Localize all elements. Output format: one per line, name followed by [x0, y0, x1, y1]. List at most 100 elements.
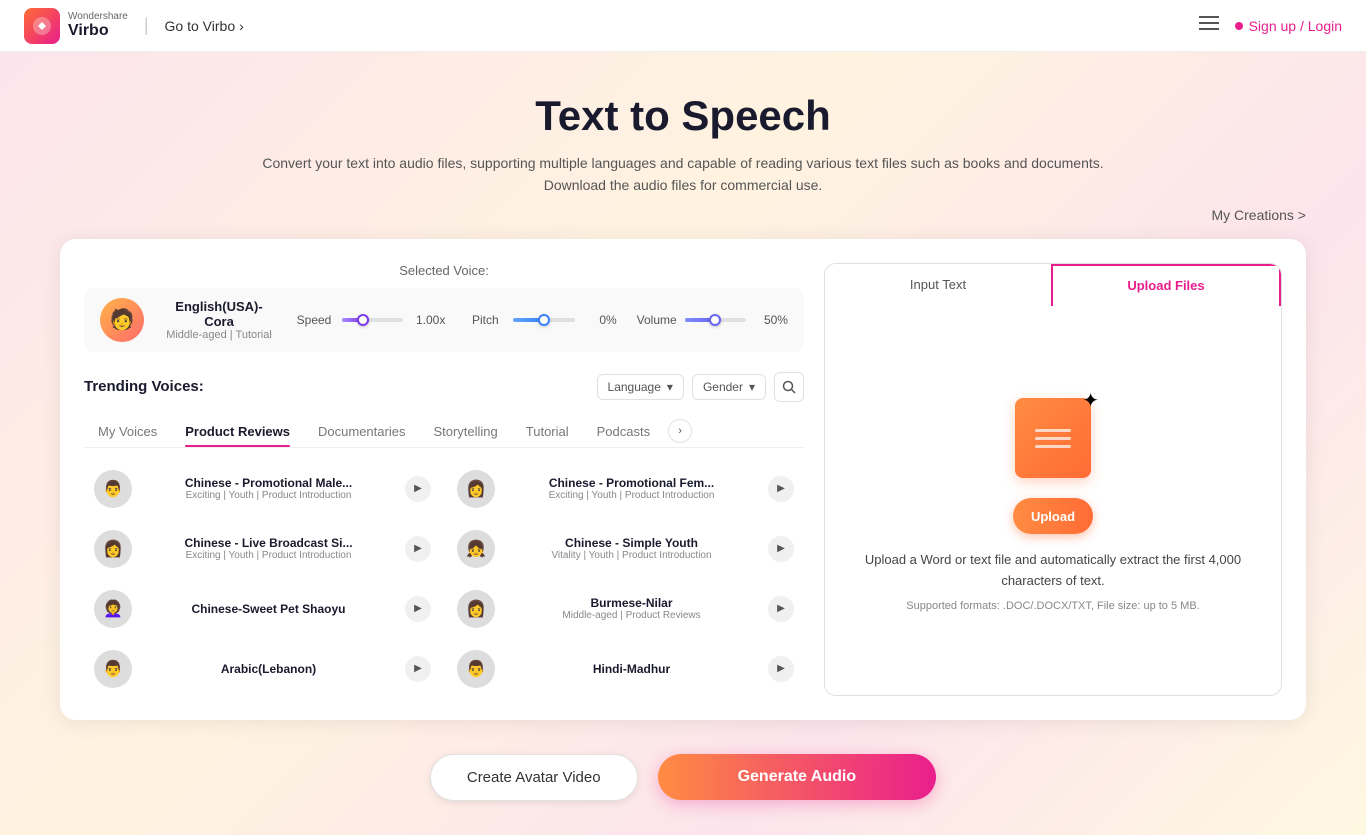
chevron-right-icon: ›	[239, 18, 244, 34]
left-panel: Selected Voice: 🧑 English(USA)-Cora Midd…	[84, 263, 804, 696]
play-button[interactable]: ▶	[768, 596, 794, 622]
list-item[interactable]: 👨 Hindi-Madhur ▶	[447, 642, 804, 696]
list-item[interactable]: 👩 Chinese - Live Broadcast Si... Excitin…	[84, 522, 441, 576]
hero-section: Text to Speech Convert your text into au…	[0, 52, 1366, 835]
trending-header: Trending Voices: Language ▾ Gender ▾	[84, 372, 804, 402]
pitch-value: 0%	[583, 313, 617, 327]
voice-controls: 🧑 English(USA)-Cora Middle-aged | Tutori…	[84, 288, 804, 352]
voice-item-avatar: 👨	[94, 650, 132, 688]
play-button[interactable]: ▶	[405, 656, 431, 682]
menu-icon[interactable]	[1199, 14, 1219, 37]
play-button[interactable]: ▶	[768, 656, 794, 682]
speed-slider[interactable]	[342, 318, 403, 322]
list-item[interactable]: 👩 Burmese-Nilar Middle-aged | Product Re…	[447, 582, 804, 636]
list-item[interactable]: 👨 Arabic(Lebanon) ▶	[84, 642, 441, 696]
voice-item-avatar: 👩	[457, 470, 495, 508]
logo-text: Wondershare Virbo	[68, 11, 128, 40]
play-button[interactable]: ▶	[405, 596, 431, 622]
my-creations-link[interactable]: My Creations >	[20, 207, 1346, 223]
tab-my-voices[interactable]: My Voices	[84, 416, 171, 447]
upload-doc-icon	[1015, 398, 1091, 478]
bottom-bar: Create Avatar Video Generate Audio	[20, 740, 1346, 815]
voice-item-info: Hindi-Madhur	[505, 662, 758, 676]
header: Wondershare Virbo | Go to Virbo › Sign u…	[0, 0, 1366, 52]
voice-item-avatar: 👩	[457, 590, 495, 628]
voice-item-info: Chinese - Live Broadcast Si... Exciting …	[142, 536, 395, 561]
volume-slider-group: Volume 50%	[637, 313, 788, 327]
voice-description: Middle-aged | Tutorial	[164, 329, 274, 341]
speed-slider-group: Speed 1.00x	[294, 313, 445, 327]
voice-item-avatar: 👧	[457, 530, 495, 568]
chevron-down-icon: ▾	[749, 380, 755, 394]
volume-value: 50%	[754, 313, 788, 327]
hero-subtitle: Convert your text into audio files, supp…	[253, 152, 1113, 197]
upload-illustration: ✦	[1003, 388, 1103, 478]
play-button[interactable]: ▶	[405, 536, 431, 562]
pitch-slider[interactable]	[513, 318, 574, 322]
tab-product-reviews[interactable]: Product Reviews	[171, 416, 304, 447]
tab-storytelling[interactable]: Storytelling	[419, 416, 511, 447]
right-panel: Input Text Upload Files ✦ Upload	[824, 263, 1282, 696]
doc-line	[1035, 437, 1071, 440]
tab-documentaries[interactable]: Documentaries	[304, 416, 419, 447]
play-button[interactable]: ▶	[768, 536, 794, 562]
create-avatar-button[interactable]: Create Avatar Video	[430, 754, 638, 801]
doc-line	[1035, 445, 1071, 448]
tab-tutorial[interactable]: Tutorial	[512, 416, 583, 447]
play-button[interactable]: ▶	[768, 476, 794, 502]
voice-avatar: 🧑	[100, 298, 144, 342]
voice-item-info: Chinese - Promotional Fem... Exciting | …	[505, 476, 758, 501]
voice-item-info: Chinese - Simple Youth Vitality | Youth …	[505, 536, 758, 561]
signup-button[interactable]: Sign up / Login	[1235, 18, 1342, 34]
doc-line	[1035, 429, 1071, 432]
upload-description: Upload a Word or text file and automatic…	[855, 550, 1251, 592]
play-button[interactable]: ▶	[405, 476, 431, 502]
trending-title: Trending Voices:	[84, 378, 204, 395]
header-right: Sign up / Login	[1199, 14, 1342, 37]
header-left: Wondershare Virbo | Go to Virbo ›	[24, 8, 244, 44]
page-title: Text to Speech	[20, 92, 1346, 140]
list-item[interactable]: 👧 Chinese - Simple Youth Vitality | Yout…	[447, 522, 804, 576]
voice-item-avatar: 👩	[94, 530, 132, 568]
main-card: Selected Voice: 🧑 English(USA)-Cora Midd…	[60, 239, 1306, 720]
separator: |	[144, 15, 149, 36]
input-text-tab[interactable]: Input Text	[825, 264, 1051, 306]
list-item[interactable]: 👩 Chinese - Promotional Fem... Exciting …	[447, 462, 804, 516]
upload-formats: Supported formats: .DOC/.DOCX/TXT, File …	[906, 600, 1199, 612]
sparkle-icon: ✦	[1082, 388, 1099, 413]
logo-icon	[24, 8, 60, 44]
pitch-label: Pitch	[465, 313, 505, 327]
selected-voice-label: Selected Voice:	[84, 263, 804, 278]
voice-item-info: Chinese-Sweet Pet Shaoyu	[142, 602, 395, 616]
voice-category-tabs: My Voices Product Reviews Documentaries …	[84, 416, 804, 448]
language-select[interactable]: Language ▾	[597, 374, 684, 400]
voice-item-avatar: 👩‍🦱	[94, 590, 132, 628]
gender-select[interactable]: Gender ▾	[692, 374, 766, 400]
volume-slider[interactable]	[685, 318, 746, 322]
tab-podcasts[interactable]: Podcasts	[583, 416, 664, 447]
brand-name: Wondershare	[68, 11, 128, 22]
speed-label: Speed	[294, 313, 334, 327]
chevron-down-icon: ▾	[667, 380, 673, 394]
tabs-next-arrow[interactable]: ›	[668, 419, 692, 443]
voice-item-info: Arabic(Lebanon)	[142, 662, 395, 676]
voice-item-info: Chinese - Promotional Male... Exciting |…	[142, 476, 395, 501]
speed-value: 1.00x	[411, 313, 445, 327]
generate-audio-button[interactable]: Generate Audio	[658, 754, 937, 800]
voice-item-avatar: 👨	[94, 470, 132, 508]
logo-area: Wondershare Virbo	[24, 8, 128, 44]
upload-content-area: ✦ Upload Upload a Word or text file and …	[825, 306, 1281, 695]
upload-files-tab[interactable]: Upload Files	[1051, 264, 1281, 306]
go-virbo-link[interactable]: Go to Virbo ›	[165, 18, 244, 34]
search-button[interactable]	[774, 372, 804, 402]
voice-item-info: Burmese-Nilar Middle-aged | Product Revi…	[505, 596, 758, 621]
list-item[interactable]: 👨 Chinese - Promotional Male... Exciting…	[84, 462, 441, 516]
list-item[interactable]: 👩‍🦱 Chinese-Sweet Pet Shaoyu ▶	[84, 582, 441, 636]
input-upload-tabs: Input Text Upload Files	[825, 264, 1281, 306]
upload-button[interactable]: Upload	[1013, 498, 1093, 534]
voice-info: English(USA)-Cora Middle-aged | Tutorial	[164, 299, 274, 341]
product-name: Virbo	[68, 22, 128, 40]
voice-name: English(USA)-Cora	[164, 299, 274, 329]
volume-label: Volume	[637, 313, 677, 327]
filter-row: Language ▾ Gender ▾	[597, 372, 804, 402]
